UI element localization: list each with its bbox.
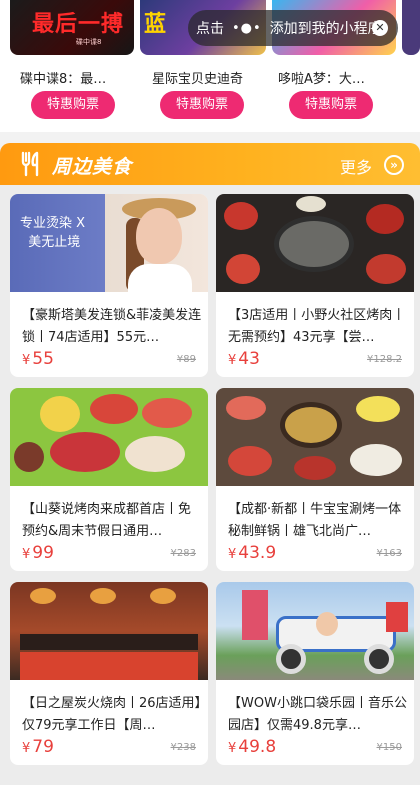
deal-card[interactable]: 【WOW小跳口袋乐园丨音乐公园店】仅需49.8元享… ¥49.8 ¥150 xyxy=(216,582,414,765)
deal-card[interactable]: 【成都·新都丨牛宝宝涮烤一体秘制鲜锅丨雄飞北尚广… ¥43.9 ¥163 xyxy=(216,388,414,571)
deal-original-price: ¥150 xyxy=(376,742,402,753)
deal-image[interactable] xyxy=(216,582,414,680)
deal-original-price: ¥163 xyxy=(376,548,402,559)
section-title: 周边美食 xyxy=(52,156,133,178)
deal-price: ¥55 xyxy=(22,349,54,369)
poster-1-title: 最后一搏 xyxy=(32,12,125,37)
deal-title[interactable]: 【3店适用丨小野火社区烤肉丨无需预约】43元享【尝… xyxy=(228,305,408,349)
movie-title-1[interactable]: 碟中谍8：最… xyxy=(20,68,140,87)
arrow-right-circle-icon[interactable]: » xyxy=(384,155,404,175)
deal-image[interactable] xyxy=(10,582,208,680)
movie-poster-4[interactable] xyxy=(402,0,420,55)
deal-image[interactable]: 专业烫染 X 美无止境 xyxy=(10,194,208,292)
deal-original-price: ¥283 xyxy=(170,548,196,559)
buy-ticket-button-3[interactable]: 特惠购票 xyxy=(289,91,373,119)
deal-price: ¥43.9 xyxy=(228,543,277,563)
movie-tickets-strip: 最后一搏 碟中谍8 蓝 点击 •●• 添加到我的小程序 ✕ 碟中谍8：最… 星际… xyxy=(0,0,420,132)
deal-original-price: ¥238 xyxy=(170,742,196,753)
add-miniprogram-tip[interactable]: 点击 •●• 添加到我的小程序 ✕ xyxy=(188,10,398,46)
movie-title-3[interactable]: 哆啦A梦：大… xyxy=(278,68,398,87)
deal-card[interactable]: 【山葵说烤肉来成都首店丨免预约&周末节假日通用… ¥99 ¥283 xyxy=(10,388,208,571)
deal-image[interactable] xyxy=(216,194,414,292)
deal-image[interactable] xyxy=(216,388,414,486)
movie-poster-1[interactable]: 最后一搏 碟中谍8 xyxy=(10,0,134,55)
deal-title[interactable]: 【山葵说烤肉来成都首店丨免预约&周末节假日通用… xyxy=(22,499,202,543)
deal-price: ¥99 xyxy=(22,543,54,563)
tip-text-before: 点击 xyxy=(196,21,224,37)
food-deals-grid: 专业烫染 X 美无止境 【豪斯塔美发连锁&菲凌美发连锁丨74店适用】55元… ¥… xyxy=(0,185,420,785)
poster-2-title: 蓝 xyxy=(144,12,167,37)
deal-title[interactable]: 【豪斯塔美发连锁&菲凌美发连锁丨74店适用】55元… xyxy=(22,305,202,349)
deal-original-price: ¥89 xyxy=(176,354,196,365)
deal-title[interactable]: 【日之屋炭火烧肉丨26店适用】仅79元享工作日【周… xyxy=(22,693,202,737)
deal-card[interactable]: 【日之屋炭火烧肉丨26店适用】仅79元享工作日【周… ¥79 ¥238 xyxy=(10,582,208,765)
deal-original-price: ¥128.2 xyxy=(367,354,402,365)
deal-price: ¥79 xyxy=(22,737,54,757)
deal-image[interactable] xyxy=(10,388,208,486)
buy-ticket-button-2[interactable]: 特惠购票 xyxy=(160,91,244,119)
close-icon[interactable]: ✕ xyxy=(372,20,388,36)
poster-1-sub: 碟中谍8 xyxy=(76,38,102,46)
deal-title[interactable]: 【成都·新都丨牛宝宝涮烤一体秘制鲜锅丨雄飞北尚广… xyxy=(228,499,408,543)
buy-ticket-button-1[interactable]: 特惠购票 xyxy=(31,91,115,119)
fork-knife-icon xyxy=(21,151,39,177)
more-link[interactable]: 更多 xyxy=(340,154,372,178)
deal-image-ad-text: 专业烫染 X 美无止境 xyxy=(20,216,86,250)
more-dots-icon: •●• xyxy=(232,20,262,36)
deal-title[interactable]: 【WOW小跳口袋乐园丨音乐公园店】仅需49.8元享… xyxy=(228,693,408,737)
deal-card[interactable]: 【3店适用丨小野火社区烤肉丨无需预约】43元享【尝… ¥43 ¥128.2 xyxy=(216,194,414,377)
deal-price: ¥49.8 xyxy=(228,737,277,757)
nearby-food-header: 周边美食 更多 » xyxy=(0,143,420,185)
movie-title-2[interactable]: 星际宝贝史迪奇 xyxy=(152,68,272,87)
deal-price: ¥43 xyxy=(228,349,260,369)
tip-text-after: 添加到我的小程序 xyxy=(269,21,382,37)
deal-card[interactable]: 专业烫染 X 美无止境 【豪斯塔美发连锁&菲凌美发连锁丨74店适用】55元… ¥… xyxy=(10,194,208,377)
